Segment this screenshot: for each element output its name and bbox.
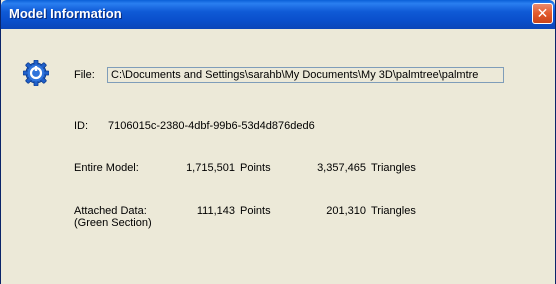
window-title: Model Information (9, 6, 122, 21)
model-information-dialog: Model Information ✕ File: C:\Documents a… (0, 0, 556, 284)
dialog-content: File: C:\Documents and Settings\sarahb\M… (1, 29, 555, 284)
close-button[interactable]: ✕ (532, 3, 553, 24)
entire-model-triangles: 3,357,465 (317, 162, 366, 174)
title-bar[interactable]: Model Information ✕ (1, 0, 555, 29)
file-label: File: (74, 69, 95, 81)
entire-model-label: Entire Model: (74, 162, 139, 174)
entire-model-triangles-unit: Triangles (371, 162, 416, 174)
close-icon: ✕ (536, 5, 549, 21)
id-value: 7106015c-2380-4dbf-99b6-53d4d876ded6 (108, 120, 315, 132)
attached-data-triangles: 201,310 (326, 205, 366, 217)
attached-data-sublabel: (Green Section) (74, 217, 152, 229)
attached-data-triangles-unit: Triangles (371, 205, 416, 217)
file-path-field[interactable]: C:\Documents and Settings\sarahb\My Docu… (107, 67, 504, 83)
gear-icon (23, 60, 49, 86)
id-label: ID: (74, 120, 89, 132)
attached-data-points: 111,143 (196, 205, 235, 217)
attached-data-label: Attached Data: (74, 205, 147, 217)
entire-model-points: 1,715,501 (186, 162, 235, 174)
attached-data-points-unit: Points (240, 205, 271, 217)
entire-model-points-unit: Points (240, 162, 271, 174)
